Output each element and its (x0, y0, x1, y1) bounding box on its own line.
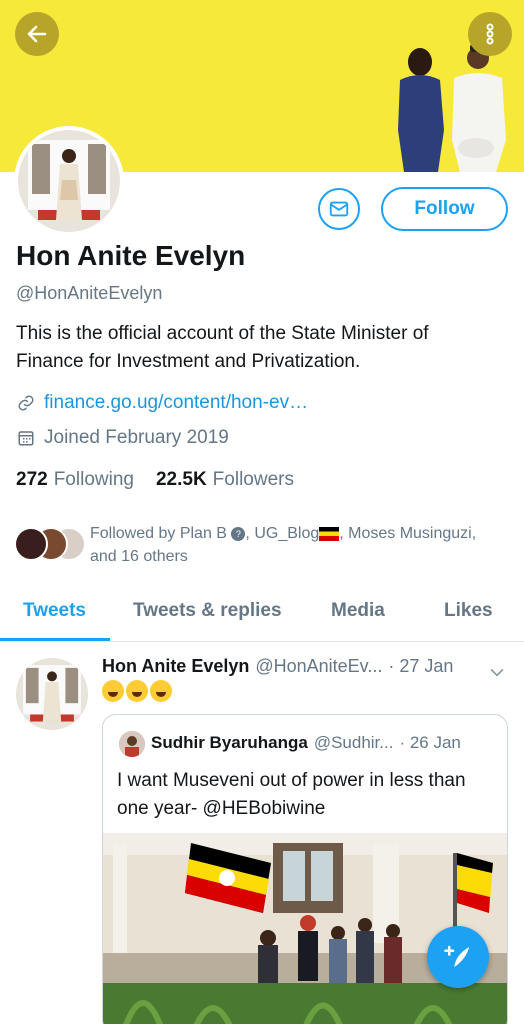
avatar-image (16, 658, 88, 730)
profile-bio: This is the official account of the Stat… (16, 323, 429, 372)
chevron-down-icon (490, 668, 504, 677)
tab-likes[interactable]: Likes (444, 600, 493, 622)
avatar (14, 527, 48, 561)
profile-name: Hon Anite Evelyn (16, 240, 246, 271)
uganda-flag-icon (319, 526, 340, 541)
banner-photo (398, 44, 506, 172)
profile-tabs: Tweets Tweets & replies Media Likes (0, 586, 524, 642)
following-label: Following (53, 469, 134, 490)
more-options-button[interactable] (468, 12, 512, 56)
followed-by-avatars[interactable] (14, 527, 86, 561)
quoted-author-avatar (119, 731, 145, 757)
tweet-header: Hon Anite Evelyn @HonAniteEv... · 27 Jan (102, 656, 512, 677)
tab-media[interactable]: Media (331, 600, 385, 622)
profile-avatar[interactable] (14, 126, 124, 236)
following-count-link[interactable]: 272 Following (16, 469, 134, 491)
tab-tweets-replies[interactable]: Tweets & replies (133, 600, 282, 622)
follow-button[interactable]: Follow (381, 187, 508, 231)
following-count: 272 (16, 469, 48, 490)
link-icon (16, 393, 36, 413)
followed-by-middle: , UG_Blog (245, 525, 320, 542)
arrow-left-icon (27, 25, 47, 43)
laughing-emoji-icon (126, 680, 148, 702)
follow-counts: 272 Following 22.5K Followers (16, 469, 316, 491)
laughing-emoji-icon (102, 680, 124, 702)
followers-count: 22.5K (155, 469, 207, 490)
quoted-text: I want Museveni out of power in less tha… (117, 770, 466, 819)
tab-tweets[interactable]: Tweets (23, 600, 86, 622)
quoted-author-name: Sudhir Byaruhanga (151, 733, 308, 752)
compose-tweet-button[interactable] (427, 926, 489, 988)
laughing-emoji-icon (150, 680, 172, 702)
more-vertical-icon (486, 23, 494, 45)
tweet-date[interactable]: · 27 Jan (388, 656, 453, 677)
profile-handle: @HonAniteEvelyn (16, 283, 163, 303)
tweet-author-name[interactable]: Hon Anite Evelyn (102, 656, 249, 677)
followed-by-others: and 16 others (90, 548, 188, 565)
envelope-icon (329, 201, 349, 217)
tweet-menu-button[interactable] (487, 662, 507, 687)
tweet-text (102, 680, 172, 702)
tweet-author-handle: @HonAniteEv... (255, 656, 383, 676)
quoted-date: · 26 Jan (399, 733, 461, 752)
feather-plus-icon (444, 945, 470, 967)
joined-date: Joined February 2019 (44, 427, 229, 448)
followers-count-link[interactable]: 22.5K Followers (156, 469, 294, 491)
followed-by-suffix: , Moses Musinguzi, (339, 525, 477, 542)
back-button[interactable] (15, 12, 59, 56)
quoted-header: Sudhir Byaruhanga @Sudhir... · 26 Jan (151, 733, 461, 753)
calendar-icon (16, 428, 36, 448)
profile-link[interactable]: finance.go.ug/content/hon-ev… (44, 392, 308, 414)
profile-joined-row: Joined February 2019 (16, 427, 229, 449)
info-icon: ? (231, 526, 246, 541)
quoted-author-handle: @Sudhir... (313, 733, 394, 752)
followers-label: Followers (212, 469, 294, 490)
followed-by-text[interactable]: Followed by Plan B ?, UG_Blog , Moses Mus… (90, 522, 510, 568)
profile-link-row: finance.go.ug/content/hon-ev… (16, 392, 308, 414)
tweet-author-avatar[interactable] (16, 658, 88, 730)
message-button[interactable] (318, 188, 360, 230)
avatar-image (18, 130, 120, 232)
active-tab-indicator (0, 638, 110, 641)
followed-by-prefix: Followed by Plan B (90, 525, 227, 542)
